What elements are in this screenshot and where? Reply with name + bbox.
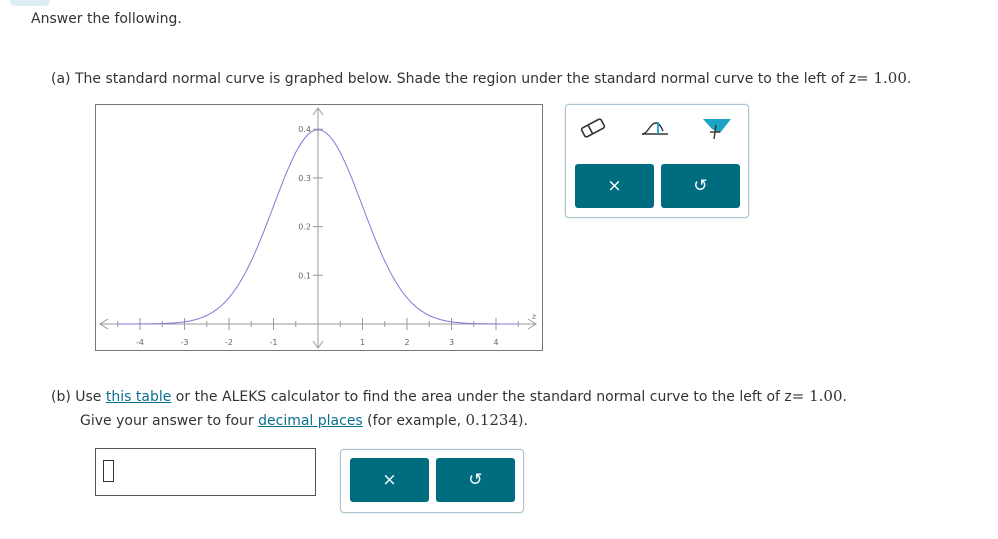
x-tick-label: 2 — [404, 338, 409, 347]
normal-curve-graph[interactable]: -4 -3 -2 -1 1 2 3 4 0.1 0.2 0.3 0.4 z — [95, 104, 543, 351]
graph-svg[interactable]: -4 -3 -2 -1 1 2 3 4 0.1 0.2 0.3 0.4 z — [96, 105, 542, 350]
x-tick-label: -4 — [136, 338, 144, 347]
undo-graph-button[interactable]: ↺ — [661, 164, 740, 208]
part-a-suffix: . — [906, 71, 912, 87]
part-b-instructions: Give your answer to four decimal places … — [80, 411, 528, 429]
x-tick-label: 1 — [360, 338, 365, 347]
part-b2-prefix: Give your answer to four — [80, 413, 259, 429]
graph-tool-panel: × ↺ — [565, 104, 749, 218]
part-a-prefix: (a) The standard normal curve is graphed… — [51, 71, 857, 87]
part-b2-middle: (for example, — [362, 413, 466, 429]
answer-input[interactable] — [95, 448, 316, 496]
x-tick-label: -2 — [225, 338, 233, 347]
part-a-question: (a) The standard normal curve is graphed… — [51, 69, 911, 87]
table-link[interactable]: this table — [106, 389, 171, 405]
x-tick-label: -3 — [181, 338, 189, 347]
x-tick-label: -1 — [270, 338, 278, 347]
clear-graph-button[interactable]: × — [575, 164, 654, 208]
x-axis-label: z — [531, 312, 537, 321]
y-tick-label: 0.1 — [298, 271, 311, 280]
part-b-prefix: (b) Use — [51, 389, 106, 405]
part-a-equation: = 1.00 — [856, 69, 907, 87]
x-tick-label: 3 — [449, 338, 454, 347]
part-b-middle: or the ALEKS calculator to find the area… — [171, 389, 792, 405]
y-tick-label: 0.2 — [298, 223, 311, 232]
eraser-icon[interactable] — [574, 112, 612, 144]
x-tick-label: 4 — [493, 338, 498, 347]
part-b-suffix: . — [842, 389, 847, 405]
part-b-question: (b) Use this table or the ALEKS calculat… — [51, 387, 847, 405]
left-region-icon[interactable] — [636, 112, 674, 144]
text-cursor — [103, 460, 114, 482]
decimal-places-link[interactable]: decimal places — [258, 413, 363, 429]
y-tick-label: 0.3 — [298, 174, 311, 183]
undo-answer-button[interactable]: ↺ — [436, 458, 515, 502]
instructions: Answer the following. — [31, 11, 182, 27]
shade-region-icon[interactable] — [698, 112, 736, 144]
y-tick-label: 0.4 — [298, 125, 311, 134]
part-b2-suffix: ). — [518, 413, 528, 429]
clear-answer-button[interactable]: × — [350, 458, 429, 502]
answer-button-panel: × ↺ — [340, 449, 524, 513]
example-value: 0.1234 — [465, 411, 519, 429]
part-b-equation: = 1.00 — [791, 387, 843, 405]
top-tab-indicator — [10, 0, 50, 6]
